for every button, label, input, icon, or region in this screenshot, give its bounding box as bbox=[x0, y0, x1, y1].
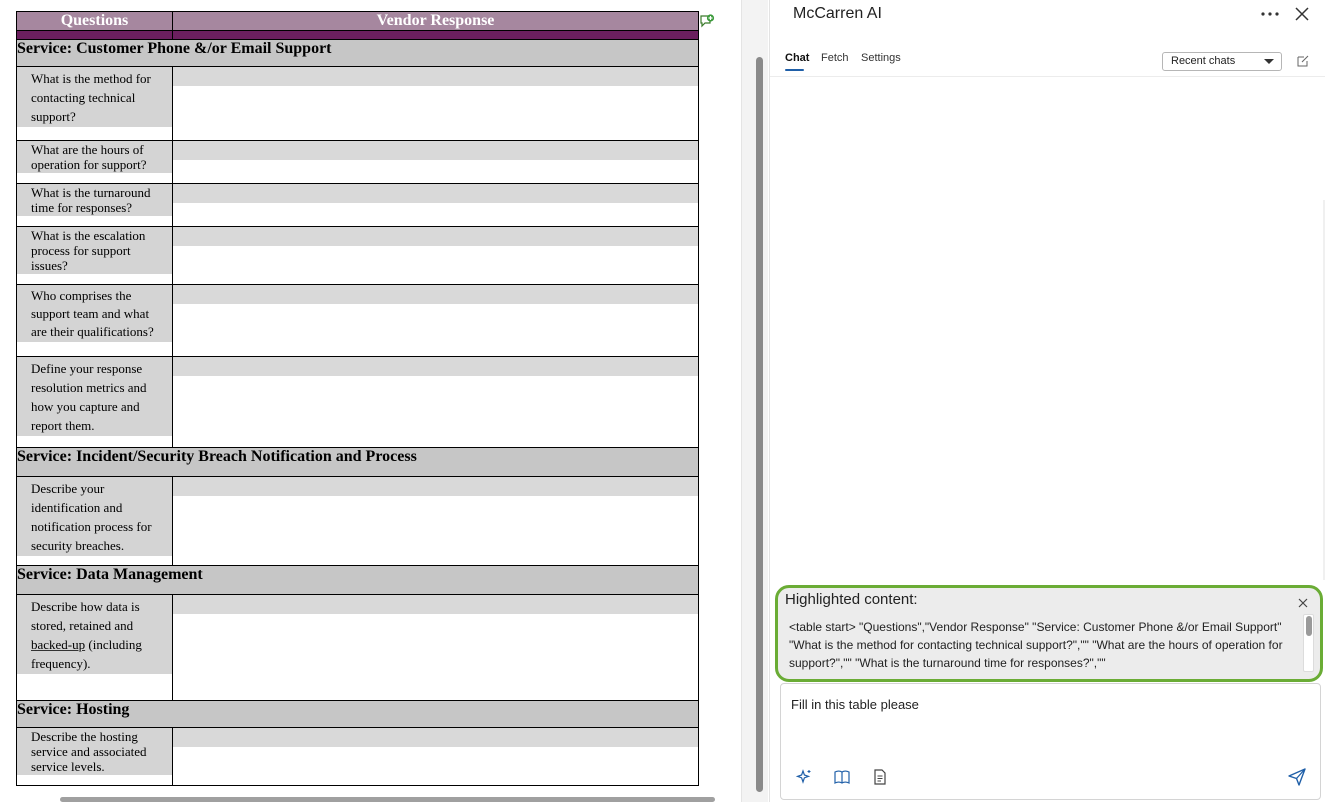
question-text: Describe how data is stored, retained an… bbox=[17, 595, 172, 674]
table-row: Describe the hosting service and associa… bbox=[16, 727, 699, 786]
table-row: Describe your identification and notific… bbox=[16, 476, 699, 566]
response-cell[interactable] bbox=[172, 594, 699, 701]
question-cell[interactable]: Who comprises the support team and what … bbox=[16, 284, 173, 357]
question-text: What is the method for contacting techni… bbox=[17, 67, 172, 127]
response-field[interactable] bbox=[173, 67, 698, 86]
response-field[interactable] bbox=[173, 477, 698, 496]
recent-chats-label: Recent chats bbox=[1171, 55, 1236, 67]
table-row: What are the hours of operation for supp… bbox=[16, 140, 699, 184]
chat-input-text[interactable]: Fill in this table please bbox=[791, 697, 919, 712]
response-field[interactable] bbox=[173, 285, 698, 304]
section-title: Service: Hosting bbox=[16, 700, 699, 728]
active-tab-indicator bbox=[785, 69, 804, 71]
book-icon[interactable] bbox=[833, 768, 851, 786]
response-cell[interactable] bbox=[172, 140, 699, 184]
response-field[interactable] bbox=[173, 184, 698, 203]
highlighted-content-text: <table start> "Questions","Vendor Respon… bbox=[789, 620, 1283, 670]
response-cell[interactable] bbox=[172, 284, 699, 357]
panel-title: McCarren AI bbox=[793, 5, 882, 22]
document-scroll-track bbox=[741, 0, 768, 802]
highlighted-content-box: Highlighted content: <table start> "Ques… bbox=[775, 585, 1323, 682]
document-horizontal-scrollbar[interactable] bbox=[60, 797, 715, 802]
chevron-down-icon bbox=[1264, 59, 1274, 64]
questions-header: Questions bbox=[16, 11, 173, 31]
recent-chats-dropdown[interactable]: Recent chats bbox=[1162, 52, 1282, 71]
response-cell[interactable] bbox=[172, 183, 699, 227]
section-title: Service: Incident/Security Breach Notifi… bbox=[16, 447, 699, 477]
tab-chat[interactable]: Chat bbox=[785, 52, 809, 64]
response-cell[interactable] bbox=[172, 66, 699, 141]
section-title: Service: Customer Phone &/or Email Suppo… bbox=[16, 39, 699, 67]
response-field[interactable] bbox=[173, 227, 698, 246]
response-field[interactable] bbox=[173, 357, 698, 376]
highlight-scrollbar[interactable] bbox=[1306, 616, 1312, 636]
response-cell[interactable] bbox=[172, 727, 699, 786]
response-field[interactable] bbox=[173, 728, 698, 747]
new-chat-icon[interactable] bbox=[1296, 54, 1310, 68]
vendor-response-header: Vendor Response bbox=[172, 11, 699, 31]
highlighted-content-title: Highlighted content: bbox=[785, 591, 918, 608]
table-row: What is the escalation process for suppo… bbox=[16, 226, 699, 285]
question-cell[interactable]: What is the escalation process for suppo… bbox=[16, 226, 173, 285]
spellcheck-underlined-word: backed-up bbox=[31, 637, 86, 652]
question-cell[interactable]: What are the hours of operation for supp… bbox=[16, 140, 173, 184]
more-options-icon[interactable] bbox=[1258, 4, 1282, 24]
question-text: What is the escalation process for suppo… bbox=[17, 227, 172, 274]
tabs-divider bbox=[770, 76, 1325, 77]
response-cell[interactable] bbox=[172, 226, 699, 285]
question-text: What are the hours of operation for supp… bbox=[17, 141, 172, 173]
section-row: Service: Data Management bbox=[16, 565, 699, 595]
document-canvas[interactable]: Questions Vendor Response Service: Custo… bbox=[0, 0, 741, 802]
question-text: Describe the hosting service and associa… bbox=[17, 728, 172, 775]
close-icon[interactable] bbox=[1292, 4, 1312, 24]
question-cell[interactable]: What is the method for contacting techni… bbox=[16, 66, 173, 141]
question-cell[interactable]: Describe your identification and notific… bbox=[16, 476, 173, 566]
section-row: Service: Customer Phone &/or Email Suppo… bbox=[16, 39, 699, 67]
sparkle-icon[interactable] bbox=[795, 768, 813, 786]
question-cell[interactable]: Describe how data is stored, retained an… bbox=[16, 594, 173, 701]
send-icon[interactable] bbox=[1287, 767, 1307, 787]
response-field[interactable] bbox=[173, 595, 698, 614]
tab-settings[interactable]: Settings bbox=[861, 52, 901, 64]
header-accent-bar bbox=[16, 30, 699, 40]
response-cell[interactable] bbox=[172, 356, 699, 448]
table-row: Describe how data is stored, retained an… bbox=[16, 594, 699, 701]
table-row: What is the method for contacting techni… bbox=[16, 66, 699, 141]
ai-assistant-panel: McCarren AI Chat Fetch Settings Recent c… bbox=[769, 0, 1325, 802]
question-cell[interactable]: Describe the hosting service and associa… bbox=[16, 727, 173, 786]
tab-fetch[interactable]: Fetch bbox=[821, 52, 849, 64]
close-icon[interactable] bbox=[1297, 597, 1309, 609]
document-icon[interactable] bbox=[871, 768, 889, 786]
question-cell[interactable]: What is the turnaround time for response… bbox=[16, 183, 173, 227]
section-row: Service: Incident/Security Breach Notifi… bbox=[16, 447, 699, 477]
table-row: What is the turnaround time for response… bbox=[16, 183, 699, 227]
question-cell[interactable]: Define your response resolution metrics … bbox=[16, 356, 173, 448]
add-comment-icon[interactable] bbox=[699, 13, 715, 29]
response-cell[interactable] bbox=[172, 476, 699, 566]
response-field[interactable] bbox=[173, 141, 698, 160]
question-text: Define your response resolution metrics … bbox=[17, 357, 172, 436]
question-text: Describe your identification and notific… bbox=[17, 477, 172, 556]
section-row: Service: Hosting bbox=[16, 700, 699, 728]
table-row: Who comprises the support team and what … bbox=[16, 284, 699, 357]
question-text: Who comprises the support team and what … bbox=[17, 285, 172, 342]
table-row: Define your response resolution metrics … bbox=[16, 356, 699, 448]
document-vertical-scrollbar[interactable] bbox=[756, 57, 763, 792]
question-text: What is the turnaround time for response… bbox=[17, 184, 172, 216]
section-title: Service: Data Management bbox=[16, 565, 699, 595]
vendor-questionnaire-table[interactable]: Questions Vendor Response Service: Custo… bbox=[16, 11, 699, 786]
chat-input-box[interactable]: Fill in this table please bbox=[780, 683, 1321, 800]
table-header-row: Questions Vendor Response bbox=[16, 11, 699, 31]
